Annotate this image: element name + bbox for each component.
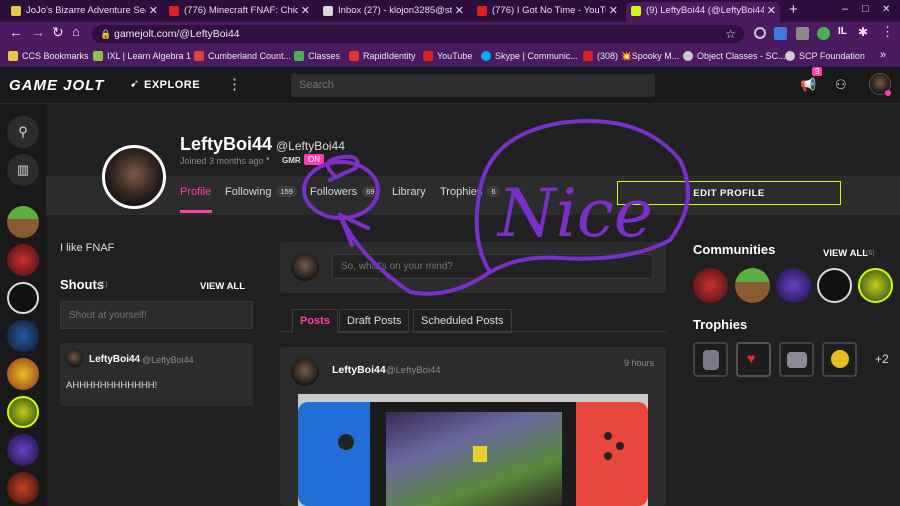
annotation-text: Nice	[496, 175, 653, 252]
drawn-annotation: Nice	[302, 118, 690, 296]
circle-scribble	[302, 160, 380, 220]
